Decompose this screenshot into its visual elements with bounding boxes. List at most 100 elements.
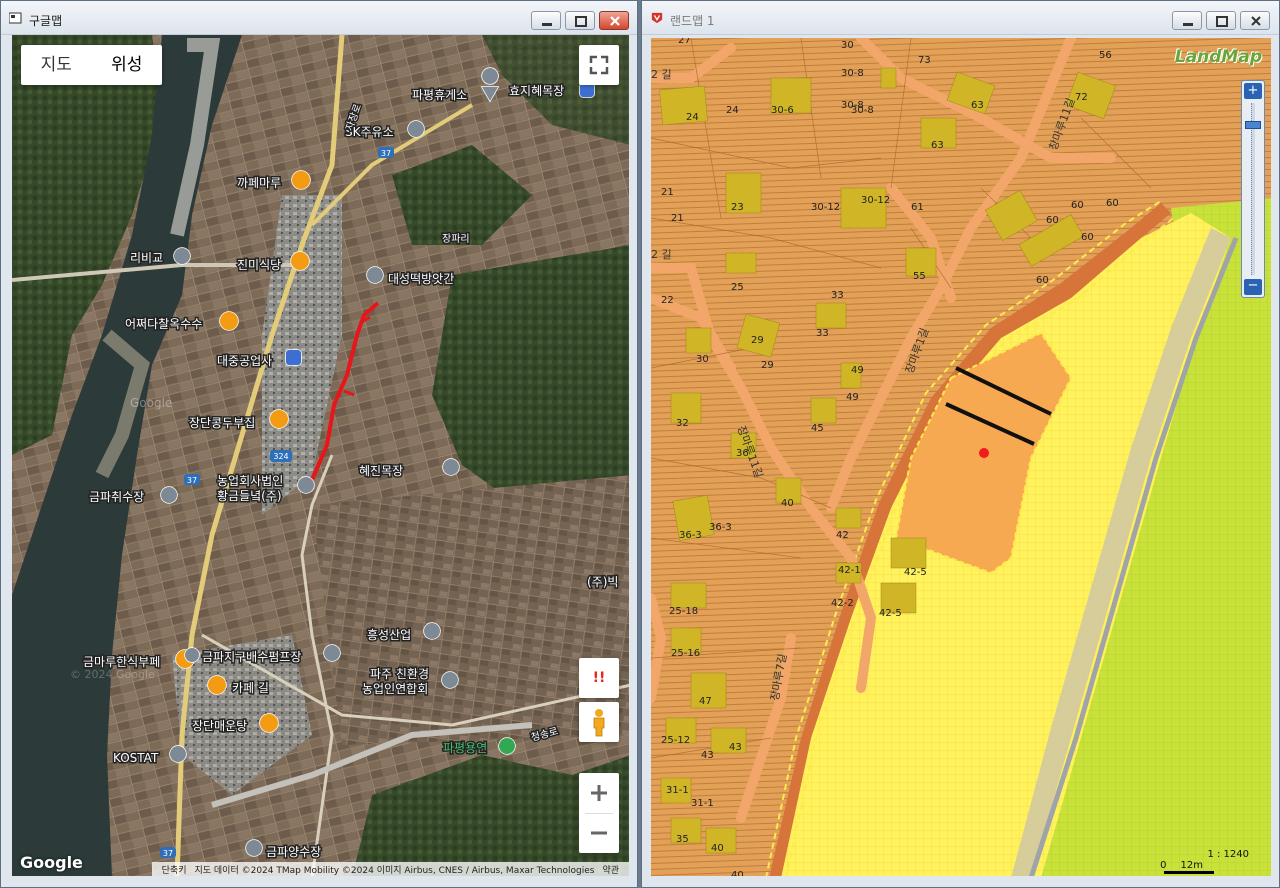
minus-icon bbox=[591, 831, 607, 835]
svg-text:324: 324 bbox=[273, 452, 288, 461]
parcel-number: 45 bbox=[811, 423, 824, 434]
landmap-window: 랜드맵 1 2 길 창마루11길 장마루1길 장마루11길 장마루7길 2 길 … bbox=[641, 0, 1280, 888]
terms-link[interactable]: 약관 bbox=[602, 863, 619, 876]
map-data-credit: 지도 데이터 ©2024 TMap Mobility ©2024 이미지 Air… bbox=[194, 865, 595, 876]
svg-text:금파지구배수펌프장: 금파지구배수펌프장 bbox=[202, 650, 301, 664]
street-view-pegman-button[interactable] bbox=[579, 702, 619, 742]
zoom-control bbox=[579, 773, 619, 853]
satellite-map[interactable]: 37 324 37 37 파평휴게소 효지혜목장 SK주유소 자장로 까페마루 … bbox=[12, 35, 629, 876]
window-title: 랜드맵 1 bbox=[670, 14, 715, 28]
maximize-button[interactable] bbox=[565, 11, 595, 30]
svg-text:까페마루: 까페마루 bbox=[237, 176, 281, 190]
route-37-shield-a: 37 bbox=[378, 147, 394, 158]
maximize-icon bbox=[1216, 16, 1228, 27]
svg-text:37: 37 bbox=[163, 849, 173, 858]
svg-text:진미식당: 진미식당 bbox=[237, 258, 281, 272]
parcel-number: 56 bbox=[1099, 50, 1112, 61]
parcel-number: 43 bbox=[701, 750, 714, 761]
map-type-satellite-button[interactable]: 위성 bbox=[92, 45, 163, 85]
svg-text:37: 37 bbox=[381, 149, 391, 158]
zoom-out-button[interactable] bbox=[579, 813, 619, 853]
close-button[interactable] bbox=[599, 11, 629, 30]
close-button[interactable] bbox=[1240, 11, 1270, 30]
google-watermark: Google bbox=[130, 396, 172, 410]
fullscreen-button[interactable] bbox=[579, 45, 619, 85]
alert-button[interactable]: !! bbox=[579, 658, 619, 698]
maximize-button[interactable] bbox=[1206, 11, 1236, 30]
parcel-number: 43 bbox=[729, 742, 742, 753]
parcel-number: 33 bbox=[816, 328, 829, 339]
scale-zero: 0 bbox=[1160, 860, 1167, 871]
parcel-number: 63 bbox=[931, 140, 944, 151]
parcel-number: 42-2 bbox=[831, 598, 854, 609]
zoom-in-button[interactable] bbox=[579, 773, 619, 813]
window-app-icon bbox=[9, 12, 22, 24]
zoom-slider-thumb[interactable] bbox=[1245, 121, 1261, 129]
minimize-icon bbox=[542, 23, 552, 26]
parcel-number: 25-18 bbox=[669, 606, 698, 617]
parcel-number: 25-16 bbox=[671, 648, 700, 659]
parcel-number: 40 bbox=[781, 498, 794, 509]
svg-text:금마루한식부페: 금마루한식부페 bbox=[83, 655, 160, 669]
parcel-number: 60 bbox=[1071, 200, 1084, 211]
poi-geumpa-intake[interactable]: 금파취수장 bbox=[88, 486, 178, 506]
parcel-number: 30-12 bbox=[811, 202, 840, 213]
title-bar[interactable]: 랜드맵 1 bbox=[642, 1, 1279, 35]
parcel-number: 35 bbox=[676, 834, 689, 845]
cadastral-map[interactable]: 2 길 창마루11길 장마루1길 장마루11길 장마루7길 2 길 27 30 30… bbox=[651, 38, 1271, 876]
road-label-6: 2 길 bbox=[651, 248, 672, 261]
parcel-number: 36-3 bbox=[709, 522, 732, 533]
svg-text:혜진목장: 혜진목장 bbox=[359, 464, 403, 478]
google-logo: Google bbox=[20, 853, 83, 872]
parcel-number: 60 bbox=[1036, 275, 1049, 286]
zoom-out-button[interactable]: − bbox=[1244, 279, 1262, 295]
minimize-button[interactable] bbox=[531, 11, 561, 30]
svg-text:장단콩두부집: 장단콩두부집 bbox=[189, 416, 255, 430]
svg-text:장단매운탕: 장단매운탕 bbox=[192, 719, 247, 733]
route-37-shield-c: 37 bbox=[160, 847, 176, 858]
svg-text:황금들녘(주): 황금들녘(주) bbox=[217, 489, 282, 503]
svg-text:금파취수장: 금파취수장 bbox=[89, 490, 144, 504]
parcel-number: 30-8 bbox=[841, 68, 864, 79]
map-type-map-button[interactable]: 지도 bbox=[21, 45, 92, 85]
svg-text:파평휴게소: 파평휴게소 bbox=[412, 88, 467, 102]
poi-hyoji-ranch[interactable]: 효지혜목장 bbox=[508, 82, 595, 100]
parcel-number: 22 bbox=[661, 295, 674, 306]
route-37-shield-b: 37 bbox=[184, 474, 200, 485]
satellite-imagery[interactable]: 37 324 37 37 파평휴게소 효지혜목장 SK주유소 자장로 까페마루 … bbox=[12, 35, 629, 876]
svg-text:카페 길: 카페 길 bbox=[232, 681, 269, 695]
parcel-number: 31-1 bbox=[666, 785, 689, 796]
cadastral-map-canvas[interactable]: 2 길 창마루11길 장마루1길 장마루11길 장마루7길 2 길 27 3030… bbox=[651, 38, 1271, 876]
landmap-app-icon bbox=[651, 12, 663, 24]
parcel-number: 30-12 bbox=[861, 195, 890, 206]
zoom-slider[interactable]: + − bbox=[1241, 80, 1265, 298]
svg-text:파주 친환경: 파주 친환경 bbox=[370, 667, 429, 681]
svg-text:어쩌다찰옥수수: 어쩌다찰옥수수 bbox=[125, 317, 202, 331]
svg-text:농업회사법인: 농업회사법인 bbox=[217, 474, 283, 488]
svg-text:장파리: 장파리 bbox=[442, 233, 470, 245]
parcel-number: 72 bbox=[1075, 92, 1088, 103]
zoom-in-button[interactable]: + bbox=[1244, 83, 1262, 99]
parcel-number: 36-3 bbox=[679, 530, 702, 541]
title-bar[interactable]: 구글맵 bbox=[1, 1, 637, 35]
poi-bikeu[interactable]: (주)빅 bbox=[586, 574, 620, 591]
map-attribution: 단축키 지도 데이터 ©2024 TMap Mobility ©2024 이미지… bbox=[151, 862, 629, 876]
parcel-number: 29 bbox=[761, 360, 774, 371]
svg-text:금파양수장: 금파양수장 bbox=[266, 845, 321, 859]
parcel-number: 25-12 bbox=[661, 735, 690, 746]
label-jangpari: 장파리 bbox=[441, 232, 472, 247]
poi-pyeongpyeong-yongyeon[interactable]: 파평용연 bbox=[442, 737, 516, 757]
parcel-number: 24 bbox=[686, 112, 699, 123]
close-icon bbox=[1251, 16, 1261, 26]
alert-icon: !! bbox=[592, 670, 606, 686]
parcel-number: 42-1 bbox=[838, 565, 861, 576]
map-type-control: 지도 위성 bbox=[21, 45, 162, 85]
parcel-number: 29 bbox=[751, 335, 764, 346]
keyboard-shortcuts-link[interactable]: 단축키 bbox=[162, 863, 187, 876]
parcel-number: 47 bbox=[699, 696, 712, 707]
svg-text:흥성산업: 흥성산업 bbox=[367, 628, 411, 642]
minimize-button[interactable] bbox=[1172, 11, 1202, 30]
poi-ribigyo[interactable]: 리비교 bbox=[129, 247, 191, 267]
parcel-number: 60 bbox=[1046, 215, 1059, 226]
parcel-number: 30-6 bbox=[771, 105, 794, 116]
